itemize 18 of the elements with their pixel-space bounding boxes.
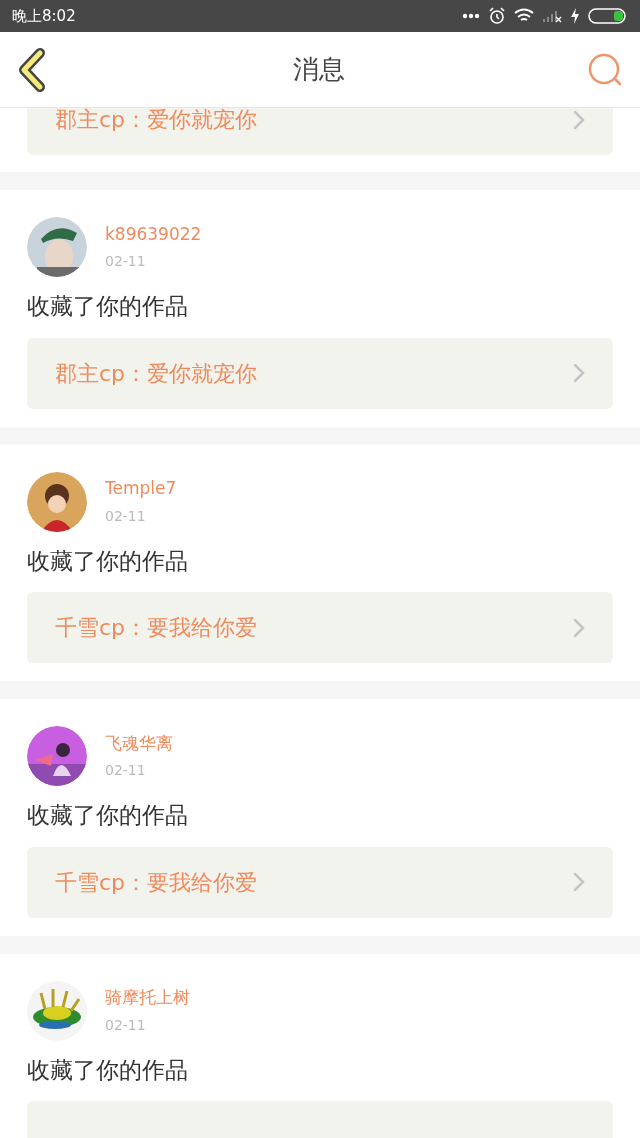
user-name[interactable]: k89639022 (105, 221, 202, 248)
message-date: 02-11 (105, 252, 147, 272)
message-date: 02-11 (105, 506, 147, 526)
message-text: 收藏了你的作品 (27, 1055, 189, 1085)
message-date: 02-11 (105, 1015, 147, 1035)
work-link[interactable]: 千雪cp：要我给你爱 (27, 846, 613, 918)
message-text: 收藏了你的作品 (27, 546, 189, 576)
message-date: 02-11 (105, 761, 147, 781)
work-link[interactable]: 郡主cp：爱你就宠你 (27, 337, 613, 409)
user-name[interactable]: 飞魂华离 (105, 730, 173, 757)
user-name[interactable]: 骑摩托上树 (105, 985, 190, 1011)
message-text: 收藏了你的作品 (27, 801, 189, 830)
status-time: 晚上8:02 (12, 5, 76, 27)
page-title: 消息 (293, 53, 345, 86)
message-text: 收藏了你的作品 (27, 292, 189, 321)
work-link[interactable]: 郡主cp：爱你就宠你 (27, 108, 613, 155)
work-link[interactable]: 千雪cp：要我给你爱 (27, 592, 613, 663)
user-name[interactable]: Temple7 (105, 476, 177, 502)
